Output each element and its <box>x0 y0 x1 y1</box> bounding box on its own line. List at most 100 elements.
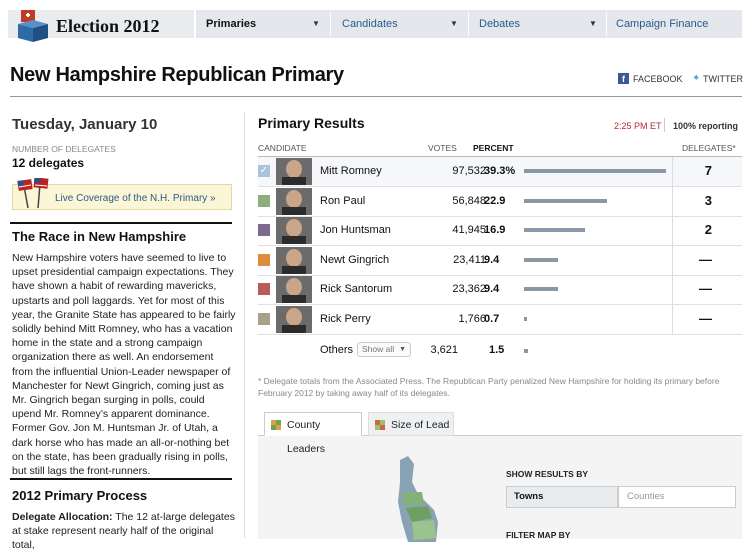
result-row[interactable]: ✓ Mitt Romney 97,532 39.3% 7 <box>258 157 742 187</box>
candidate-color-swatch[interactable] <box>258 283 270 296</box>
result-row[interactable]: Jon Huntsman 41,945 16.9 2 <box>258 216 742 247</box>
tab-county-leaders[interactable]: County Leaders <box>264 412 362 455</box>
delegate-footnote: * Delegate totals from the Associated Pr… <box>258 376 720 398</box>
nav-debates[interactable]: Debates ▼ <box>469 10 605 38</box>
others-label: Others <box>320 344 354 356</box>
result-row[interactable]: Newt Gingrich 23,411 9.4 — <box>258 245 742 276</box>
section-divider <box>10 222 232 224</box>
candidate-name: Mitt Romney <box>320 165 382 177</box>
candidate-percent: 16.9 <box>484 224 506 237</box>
candidate-color-swatch[interactable] <box>258 194 270 207</box>
candidate-votes: 97,532 <box>452 165 486 177</box>
race-heading: The Race in New Hampshire <box>12 229 187 244</box>
candidate-color-swatch[interactable] <box>258 313 270 325</box>
nav-label: Primaries <box>206 18 257 30</box>
show-all-value: Show all <box>362 344 395 354</box>
percent-bar <box>524 228 585 233</box>
nav-divider <box>330 12 331 36</box>
tab-label: Size of Lead <box>391 419 450 431</box>
primary-date: Tuesday, January 10 <box>12 116 158 133</box>
show-results-by-label: SHOW RESULTS BY <box>506 469 589 479</box>
tab-label: County Leaders <box>287 419 325 455</box>
others-percent: 1.5 <box>489 344 505 356</box>
map-grid-icon <box>271 420 281 430</box>
checkbox-checked-icon[interactable]: ✓ <box>258 165 270 177</box>
candidate-delegates: — <box>699 251 712 267</box>
twitter-bird-icon[interactable]: ✦ <box>692 73 700 84</box>
facebook-share-link[interactable]: FACEBOOK <box>633 74 683 84</box>
nav-label: Candidates <box>342 18 398 30</box>
nav-campaign-finance[interactable]: Campaign Finance <box>606 10 742 38</box>
caret-down-icon: ▼ <box>399 346 406 353</box>
header-candidate: CANDIDATE <box>258 143 307 153</box>
candidate-votes: 56,848 <box>452 194 486 207</box>
results-time: 2:25 PM ET <box>614 121 662 131</box>
twitter-share-link[interactable]: TWITTER <box>703 74 743 84</box>
candidate-color-swatch[interactable] <box>258 224 270 237</box>
candidate-percent: 39.3% <box>484 165 516 177</box>
candidate-delegates: — <box>699 311 712 326</box>
brand-title: Election 2012 <box>56 16 160 36</box>
candidate-percent: 9.4 <box>484 283 500 296</box>
candidate-delegates: — <box>699 281 712 297</box>
brand[interactable]: Election 2012 <box>8 10 194 42</box>
page-title: New Hampshire Republican Primary <box>10 64 344 86</box>
delegates-value: 12 delegates <box>12 156 85 170</box>
ballot-box-icon <box>18 10 48 42</box>
filter-map-by-label: FILTER MAP BY <box>506 530 571 540</box>
flag-icon <box>17 178 49 208</box>
candidate-name: Ron Paul <box>320 194 366 207</box>
race-text: New Hampshire voters have seemed to live… <box>12 252 236 478</box>
nav-label: Campaign Finance <box>616 18 709 30</box>
others-votes: 3,621 <box>430 344 458 356</box>
candidate-delegates: 7 <box>704 163 712 178</box>
column-divider <box>672 186 673 216</box>
caret-down-icon: ▼ <box>589 19 597 28</box>
results-divider <box>664 118 665 132</box>
candidate-photo <box>276 187 312 215</box>
column-divider <box>672 275 673 305</box>
nav-label: Debates <box>479 18 520 30</box>
toggle-counties[interactable]: Counties <box>618 486 736 508</box>
title-divider <box>10 96 742 97</box>
section-divider <box>10 478 232 480</box>
candidate-votes: 41,945 <box>452 224 486 237</box>
results-reporting: 100% reporting <box>673 121 739 131</box>
candidate-photo <box>276 246 312 274</box>
results-title: Primary Results <box>258 115 365 131</box>
candidate-photo <box>276 158 312 185</box>
nav-primaries[interactable]: Primaries ▼ <box>196 10 328 38</box>
map-tabs: County Leaders Size of Lead <box>264 412 454 455</box>
candidate-color-swatch[interactable] <box>258 253 270 266</box>
main-nav: Primaries ▼ Candidates ▼ Debates ▼ Campa… <box>196 10 742 38</box>
percent-bar <box>524 169 666 173</box>
candidate-name: Rick Santorum <box>320 283 393 296</box>
candidate-votes: 23,411 <box>453 253 486 266</box>
column-divider <box>244 112 245 538</box>
toggle-towns[interactable]: Towns <box>506 486 618 508</box>
result-row[interactable]: Rick Santorum 23,362 9.4 — <box>258 275 742 306</box>
candidate-photo <box>276 276 312 304</box>
candidate-delegates: 2 <box>704 222 712 238</box>
candidate-percent: 22.9 <box>484 194 506 207</box>
percent-bar <box>524 287 558 292</box>
process-text: Delegate Allocation: The 12 at-large del… <box>12 510 236 553</box>
nav-candidates[interactable]: Candidates ▼ <box>332 10 466 38</box>
live-coverage-link[interactable]: Live Coverage of the N.H. Primary » <box>55 193 216 204</box>
facebook-icon[interactable]: f <box>618 73 629 84</box>
result-row[interactable]: Ron Paul 56,848 22.9 3 <box>258 186 742 217</box>
process-label: Delegate Allocation: <box>12 511 113 523</box>
map-grid-icon <box>375 420 385 430</box>
others-bar <box>524 349 528 353</box>
tab-size-of-lead[interactable]: Size of Lead <box>368 412 454 436</box>
top-bar: Election 2012 Primaries ▼ Candidates ▼ D… <box>0 0 750 42</box>
nh-map[interactable] <box>378 452 448 542</box>
candidate-delegates: 3 <box>704 192 712 208</box>
column-divider <box>672 157 673 186</box>
column-divider <box>672 305 673 334</box>
candidate-photo <box>276 217 312 245</box>
header-delegates: DELEGATES* <box>682 143 736 153</box>
candidate-photo <box>276 306 312 333</box>
show-all-select[interactable]: Show all ▼ <box>357 342 411 357</box>
result-row[interactable]: Rick Perry 1,766 0.7 — <box>258 305 742 335</box>
